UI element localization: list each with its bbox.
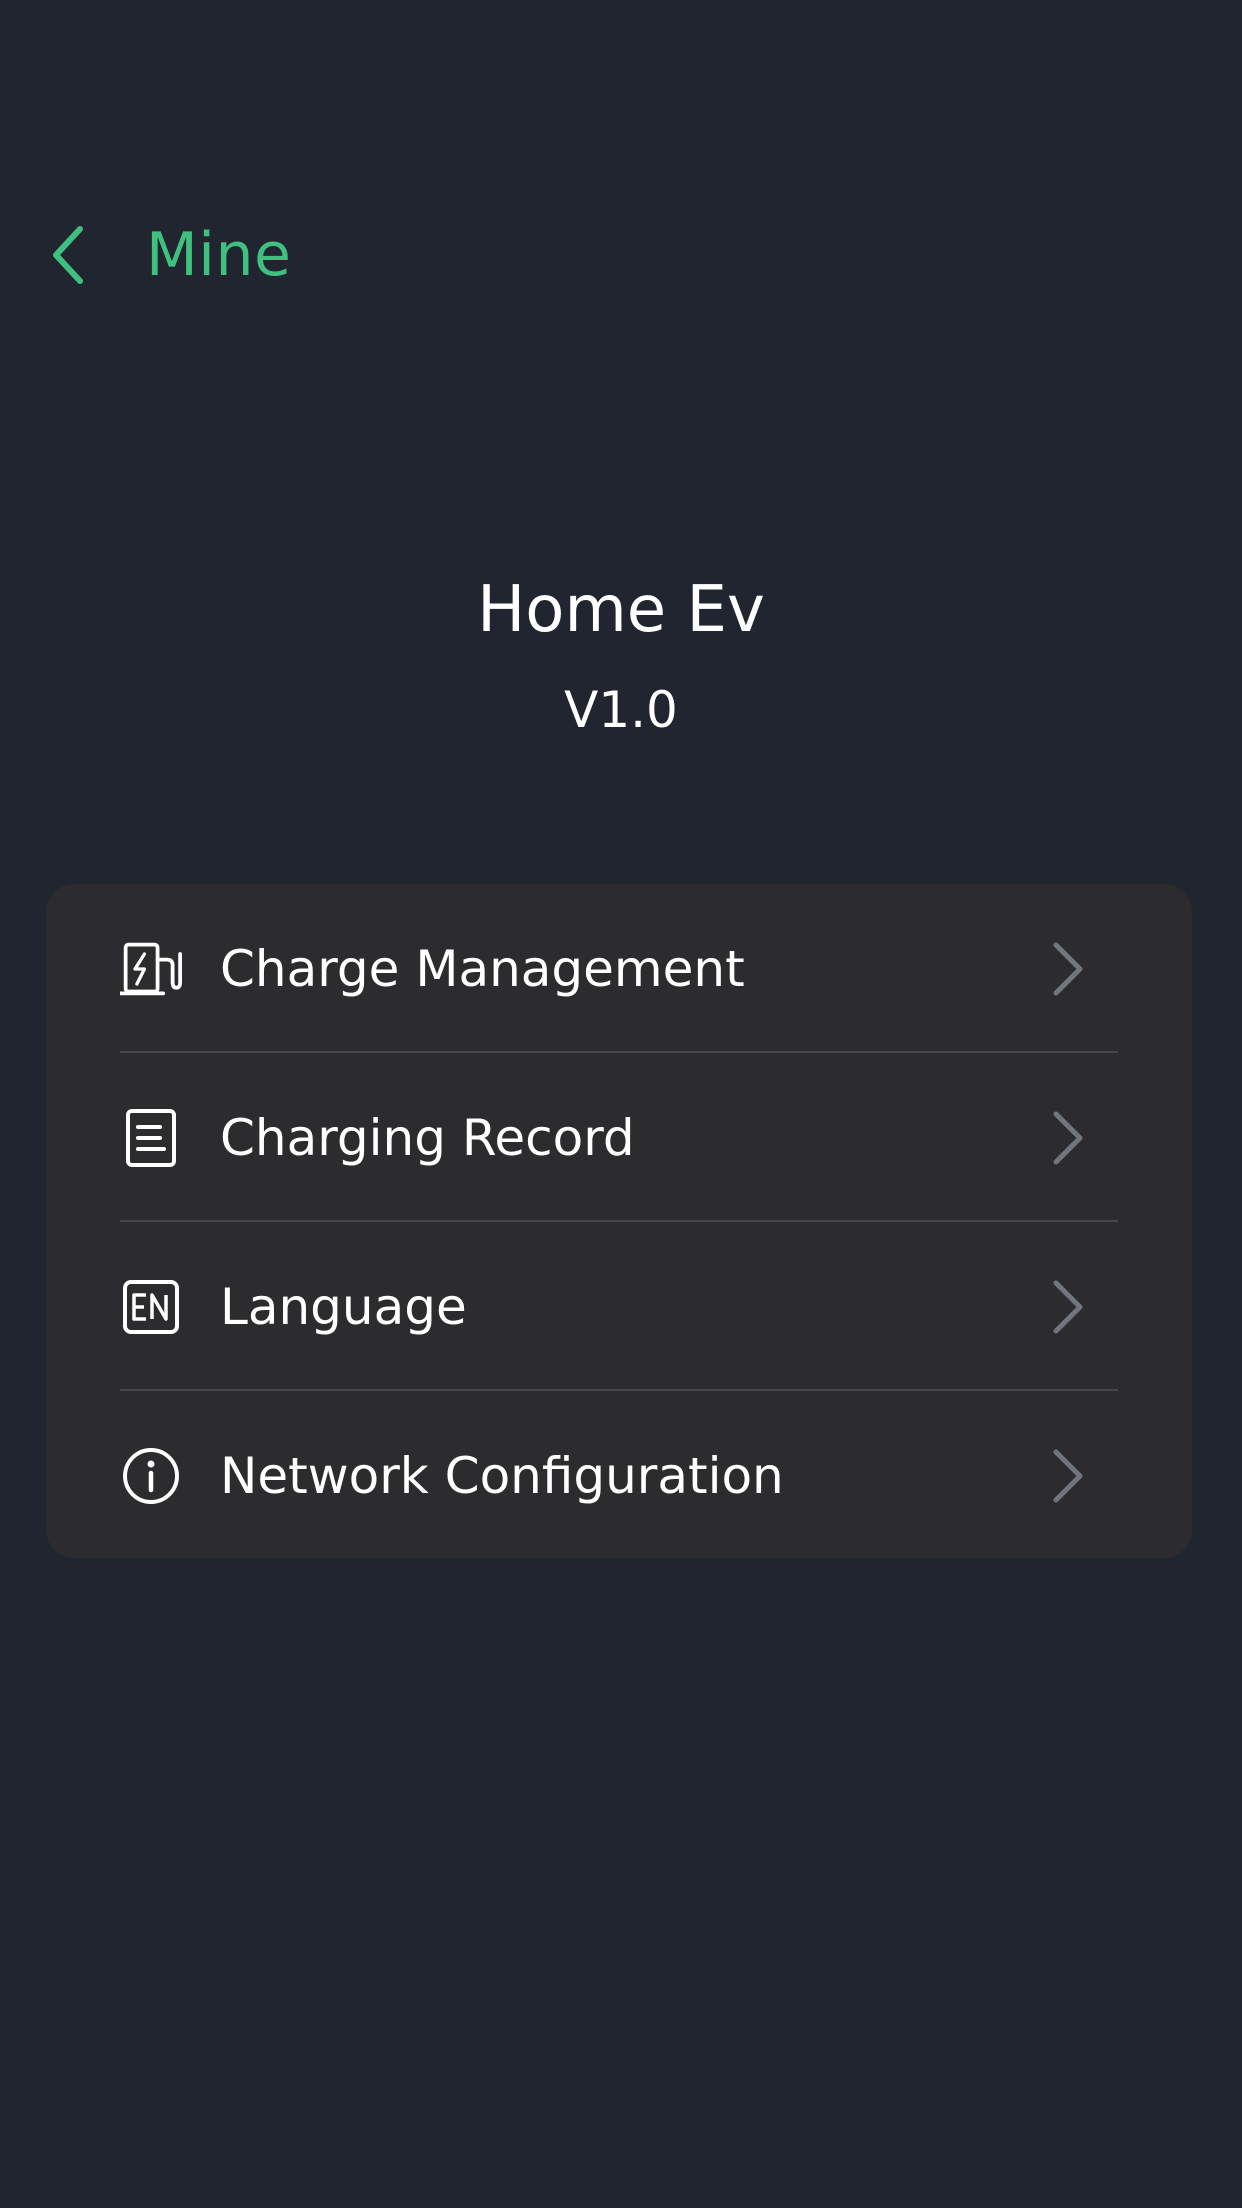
app-info: Home Ev V1.0 — [0, 565, 1242, 745]
back-label: Mine — [146, 220, 292, 290]
back-button[interactable]: Mine — [40, 190, 291, 320]
menu-item-label: Charge Management — [220, 939, 745, 998]
menu-item-network-configuration[interactable]: Network Configuration — [46, 1391, 1192, 1558]
chevron-right-icon — [1048, 1108, 1088, 1168]
menu-item-charge-management[interactable]: Charge Management — [46, 884, 1192, 1053]
menu-item-label: Language — [220, 1277, 467, 1336]
app-name: Home Ev — [477, 573, 765, 647]
settings-menu-card: Charge Management Charging Record Langua… — [46, 884, 1192, 1558]
chevron-right-icon — [1048, 1277, 1088, 1337]
chevron-left-icon — [40, 217, 96, 293]
info-icon — [120, 1445, 182, 1507]
menu-item-label: Charging Record — [220, 1108, 635, 1167]
document-icon — [120, 1107, 182, 1169]
menu-item-language[interactable]: Language — [46, 1222, 1192, 1391]
app-version: V1.0 — [564, 681, 678, 739]
menu-item-label: Network Configuration — [220, 1446, 784, 1505]
charging-station-icon — [120, 938, 182, 1000]
menu-item-charging-record[interactable]: Charging Record — [46, 1053, 1192, 1222]
chevron-right-icon — [1048, 1446, 1088, 1506]
header: Mine — [0, 190, 1242, 320]
chevron-right-icon — [1048, 939, 1088, 999]
language-en-icon — [120, 1276, 182, 1338]
